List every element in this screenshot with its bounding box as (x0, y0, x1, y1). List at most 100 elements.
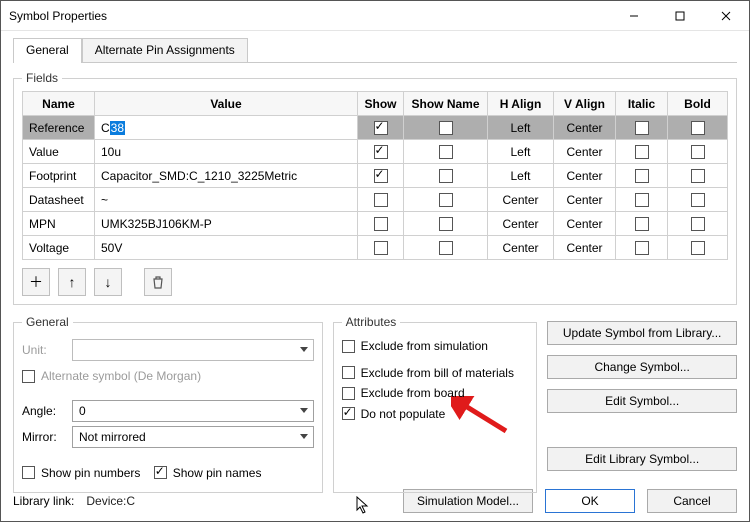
exclude-board-check[interactable]: Exclude from board (342, 386, 465, 400)
cell[interactable]: Center (554, 188, 616, 212)
close-button[interactable] (703, 1, 749, 30)
col-bold[interactable]: Bold (668, 92, 728, 116)
show-pin-names-checkbox[interactable] (154, 466, 167, 479)
checkbox[interactable] (635, 217, 649, 231)
add-field-button[interactable]: ＋ (22, 268, 50, 296)
update-symbol-button[interactable]: Update Symbol from Library... (547, 321, 737, 345)
cell[interactable] (358, 212, 404, 236)
checkbox[interactable] (635, 193, 649, 207)
cell[interactable] (616, 236, 668, 260)
tab-general[interactable]: General (13, 38, 82, 63)
cell[interactable]: Center (554, 236, 616, 260)
cell[interactable]: Center (554, 140, 616, 164)
edit-library-symbol-button[interactable]: Edit Library Symbol... (547, 447, 737, 471)
cell[interactable]: Voltage (23, 236, 95, 260)
col-showname[interactable]: Show Name (404, 92, 488, 116)
col-show[interactable]: Show (358, 92, 404, 116)
checkbox[interactable] (374, 193, 388, 207)
show-pin-names-check[interactable]: Show pin names (154, 466, 262, 480)
cell[interactable] (668, 140, 728, 164)
cell[interactable]: Center (554, 212, 616, 236)
cell[interactable]: Center (488, 236, 554, 260)
checkbox[interactable] (439, 193, 453, 207)
exclude-bom-checkbox[interactable] (342, 366, 355, 379)
cell[interactable] (358, 116, 404, 140)
cell[interactable]: C38 (95, 116, 358, 140)
checkbox[interactable] (691, 169, 705, 183)
col-valign[interactable]: V Align (554, 92, 616, 116)
exclude-bom-check[interactable]: Exclude from bill of materials (342, 366, 514, 380)
checkbox[interactable] (439, 121, 453, 135)
cell[interactable] (404, 140, 488, 164)
cell[interactable]: Center (488, 212, 554, 236)
checkbox[interactable] (691, 121, 705, 135)
cell[interactable]: Center (554, 116, 616, 140)
col-italic[interactable]: Italic (616, 92, 668, 116)
cell[interactable] (668, 116, 728, 140)
cell[interactable]: Reference (23, 116, 95, 140)
maximize-button[interactable] (657, 1, 703, 30)
exclude-board-checkbox[interactable] (342, 387, 355, 400)
checkbox[interactable] (374, 121, 388, 135)
show-pin-numbers-checkbox[interactable] (22, 466, 35, 479)
cell[interactable]: MPN (23, 212, 95, 236)
checkbox[interactable] (635, 121, 649, 135)
cell[interactable] (668, 188, 728, 212)
cell[interactable]: Left (488, 164, 554, 188)
cell[interactable] (404, 116, 488, 140)
cell[interactable]: ~ (95, 188, 358, 212)
cell[interactable]: UMK325BJ106KM-P (95, 212, 358, 236)
cell[interactable] (668, 164, 728, 188)
cell[interactable] (404, 212, 488, 236)
checkbox[interactable] (635, 169, 649, 183)
col-halign[interactable]: H Align (488, 92, 554, 116)
col-name[interactable]: Name (23, 92, 95, 116)
table-row[interactable]: ReferenceC38 LeftCenter (23, 116, 728, 140)
col-value[interactable]: Value (95, 92, 358, 116)
cell[interactable] (358, 164, 404, 188)
checkbox[interactable] (439, 241, 453, 255)
cell[interactable]: Left (488, 116, 554, 140)
table-row[interactable]: Value10uLeftCenter (23, 140, 728, 164)
edit-symbol-button[interactable]: Edit Symbol... (547, 389, 737, 413)
cell[interactable] (404, 236, 488, 260)
table-row[interactable]: MPNUMK325BJ106KM-P CenterCenter (23, 212, 728, 236)
cell[interactable]: Center (554, 164, 616, 188)
change-symbol-button[interactable]: Change Symbol... (547, 355, 737, 379)
tab-alternate-pins[interactable]: Alternate Pin Assignments (82, 38, 248, 63)
cell[interactable] (616, 188, 668, 212)
move-down-button[interactable]: ↓ (94, 268, 122, 296)
checkbox[interactable] (374, 145, 388, 159)
cell[interactable] (404, 164, 488, 188)
cell[interactable]: Footprint (23, 164, 95, 188)
cell[interactable]: 50V (95, 236, 358, 260)
cell[interactable] (358, 236, 404, 260)
cell[interactable] (358, 140, 404, 164)
cell[interactable] (358, 188, 404, 212)
show-pin-numbers-check[interactable]: Show pin numbers (22, 466, 140, 480)
cell[interactable]: Capacitor_SMD:C_1210_3225Metric (95, 164, 358, 188)
cell[interactable] (668, 212, 728, 236)
mirror-select[interactable]: Not mirrored (72, 426, 314, 448)
table-row[interactable]: Datasheet~CenterCenter (23, 188, 728, 212)
minimize-button[interactable] (611, 1, 657, 30)
cell[interactable] (616, 164, 668, 188)
cell[interactable] (668, 236, 728, 260)
dnp-check[interactable]: Do not populate (342, 407, 446, 421)
cell[interactable]: 10u (95, 140, 358, 164)
checkbox[interactable] (691, 241, 705, 255)
checkbox[interactable] (635, 145, 649, 159)
cell[interactable] (616, 116, 668, 140)
cell[interactable]: Left (488, 140, 554, 164)
checkbox[interactable] (439, 145, 453, 159)
checkbox[interactable] (691, 145, 705, 159)
cell[interactable] (404, 188, 488, 212)
table-row[interactable]: Voltage50V CenterCenter (23, 236, 728, 260)
checkbox[interactable] (439, 169, 453, 183)
table-row[interactable]: FootprintCapacitor_SMD:C_1210_3225Metric… (23, 164, 728, 188)
cell[interactable]: Center (488, 188, 554, 212)
exclude-sim-check[interactable]: Exclude from simulation (342, 339, 488, 353)
checkbox[interactable] (374, 169, 388, 183)
dnp-checkbox[interactable] (342, 407, 355, 420)
exclude-sim-checkbox[interactable] (342, 340, 355, 353)
